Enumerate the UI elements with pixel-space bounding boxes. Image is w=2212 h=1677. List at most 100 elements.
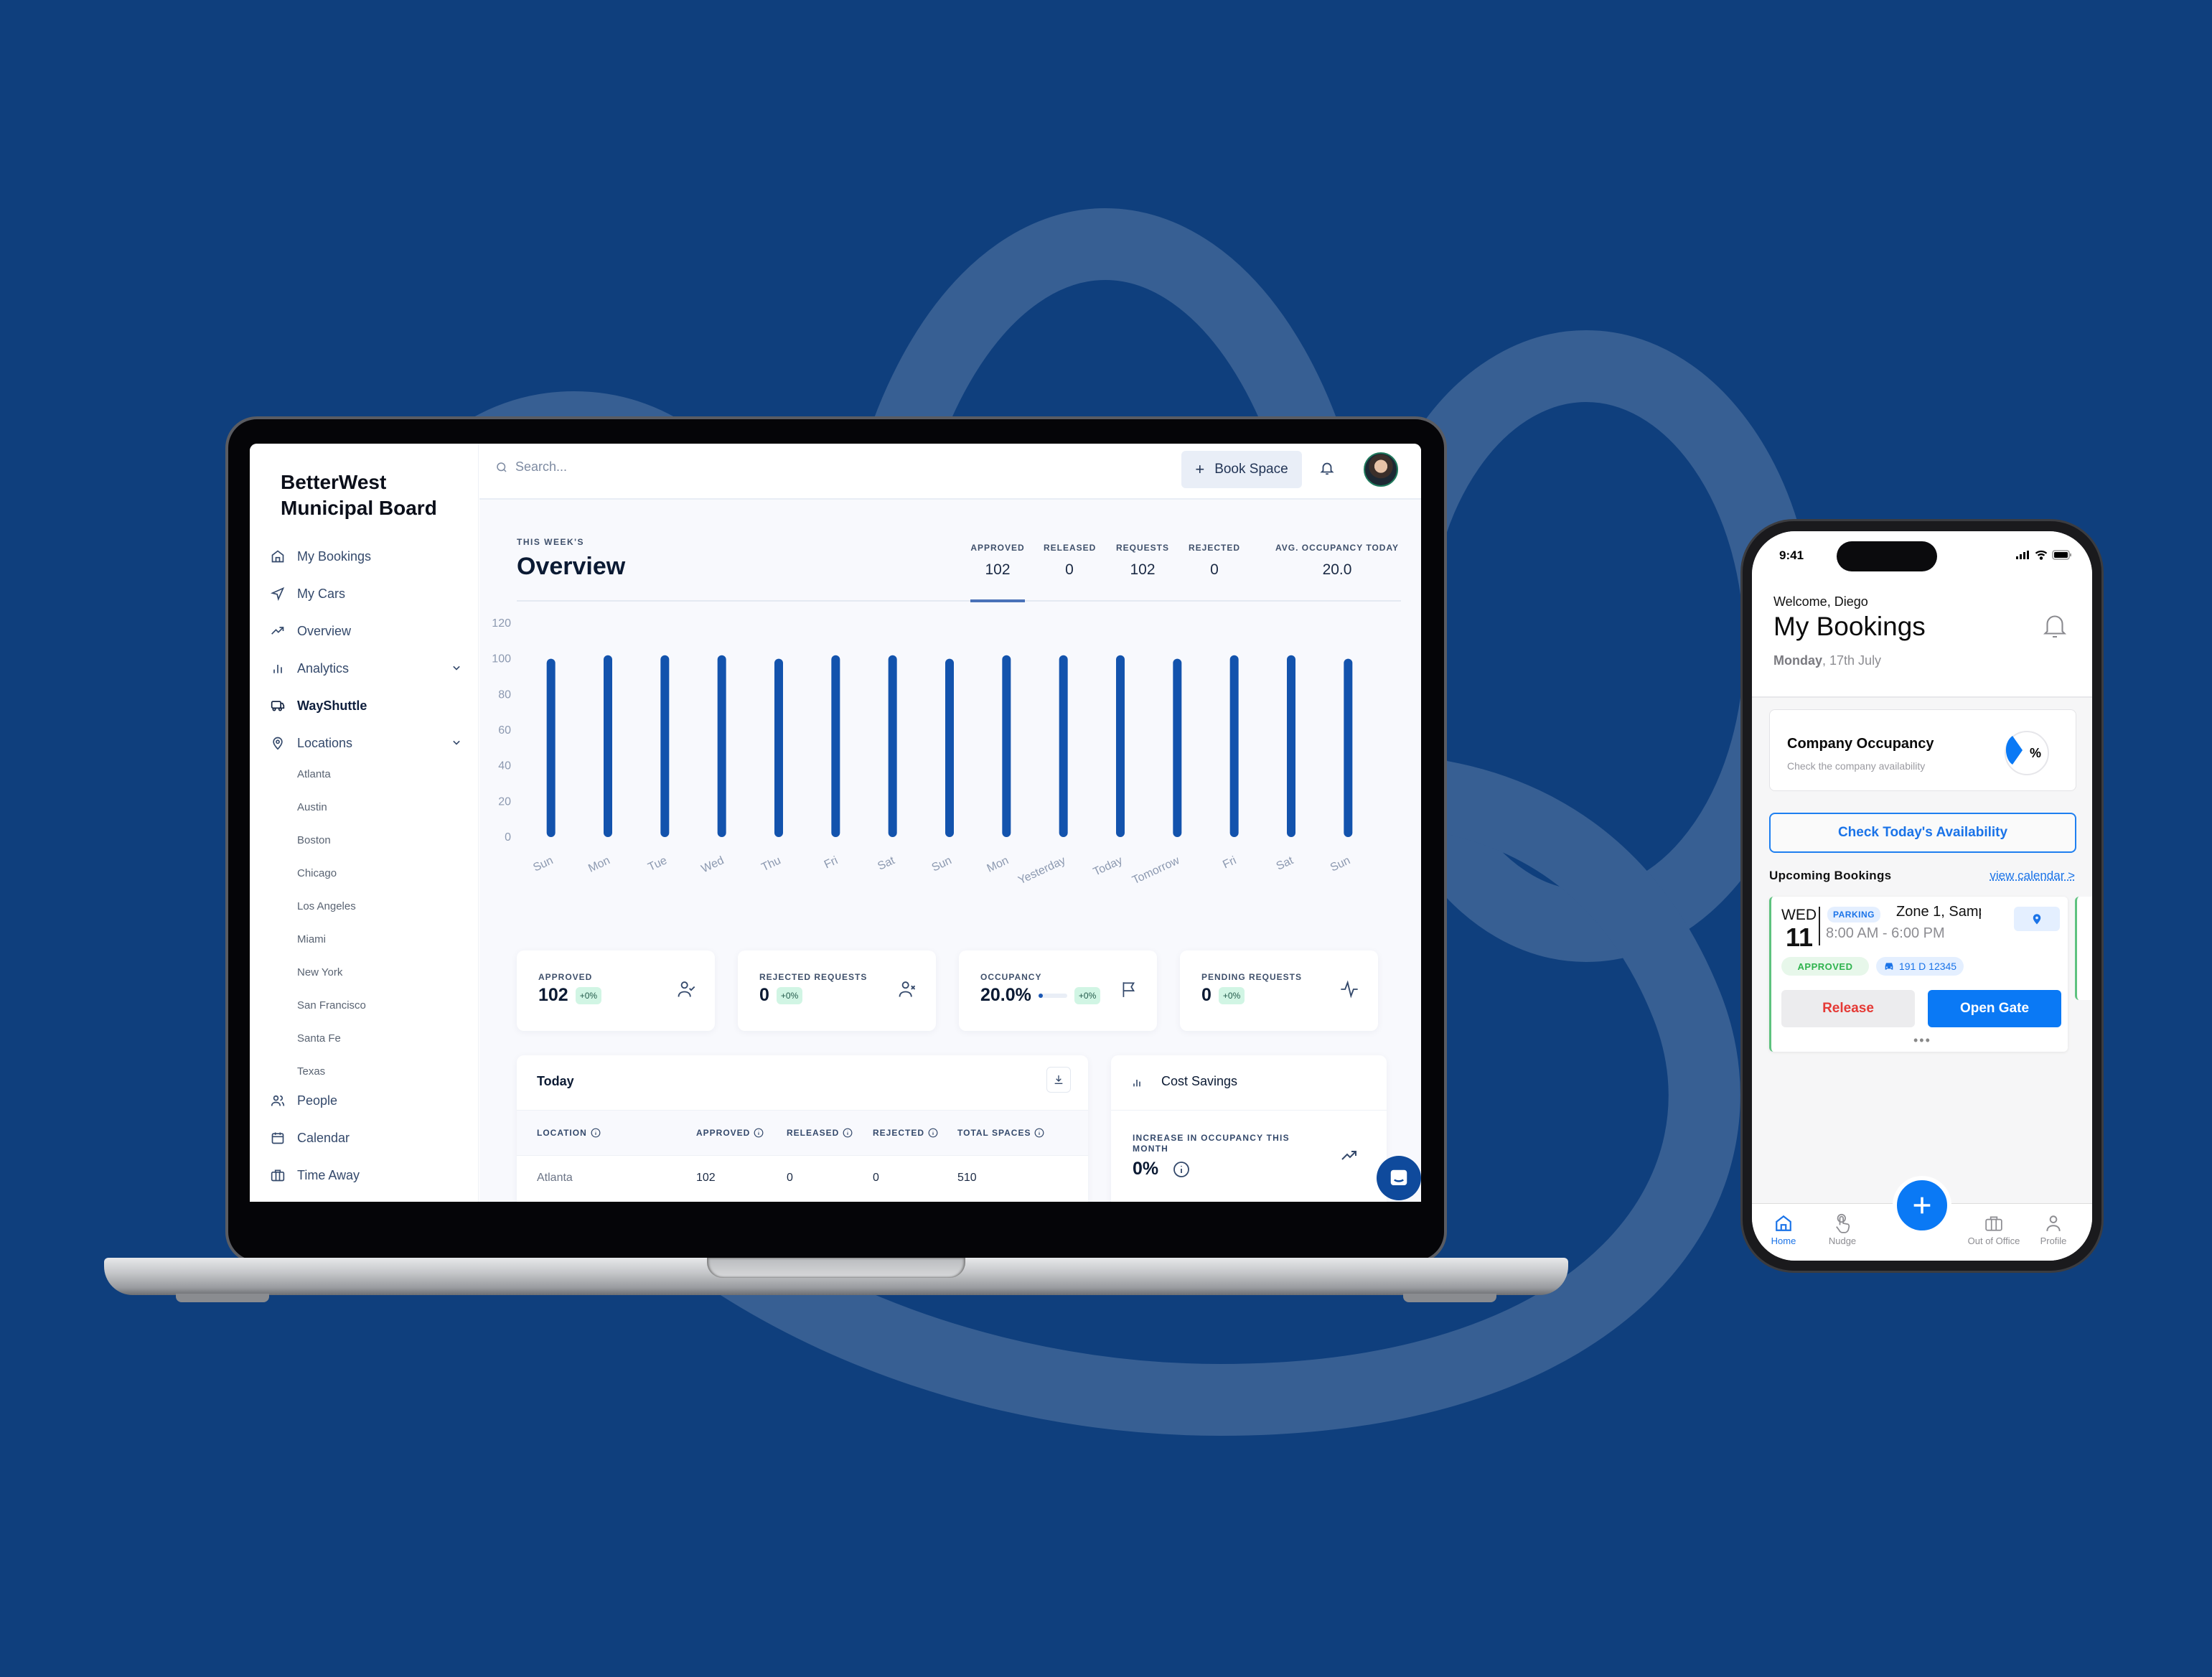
chart-bar[interactable] — [1002, 655, 1011, 837]
sidebar-item-my-bookings[interactable]: My Bookings — [270, 546, 464, 567]
release-button[interactable]: Release — [1781, 990, 1915, 1027]
info-icon[interactable] — [843, 1128, 853, 1138]
booking-type-tag: PARKING — [1827, 907, 1880, 922]
user-avatar[interactable] — [1364, 452, 1398, 487]
location-item-miami[interactable]: Miami — [297, 933, 326, 945]
briefcase-icon — [1985, 1216, 2002, 1231]
kpi-tab-avg-occupancy[interactable]: AVG. OCCUPANCY TODAY 20.0 — [1269, 543, 1405, 579]
chart-bar[interactable] — [774, 658, 783, 837]
x-tick-label: Sat — [876, 854, 896, 873]
stat-value: 20.0% — [980, 985, 1031, 1005]
info-icon[interactable] — [928, 1128, 938, 1138]
sidebar-item-overview[interactable]: Overview — [270, 620, 464, 642]
chart-bar[interactable] — [604, 655, 612, 837]
tab-profile[interactable]: Profile — [2028, 1211, 2079, 1246]
sidebar-item-my-cars[interactable]: My Cars — [270, 583, 464, 604]
chart-bar[interactable] — [1229, 655, 1239, 837]
sidebar-item-calendar[interactable]: Calendar — [270, 1127, 464, 1149]
chart-bar[interactable] — [1116, 655, 1125, 837]
chart-bar[interactable] — [945, 658, 954, 837]
sidebar-item-wayshuttle[interactable]: WayShuttle — [270, 695, 464, 716]
chart-bar[interactable] — [1173, 658, 1182, 837]
tab-nudge[interactable]: Nudge — [1814, 1211, 1871, 1246]
chart-bar[interactable] — [1287, 655, 1295, 837]
tab-home[interactable]: Home — [1755, 1211, 1812, 1246]
location-item-atlanta[interactable]: Atlanta — [297, 768, 331, 780]
stat-value: 102 — [538, 985, 568, 1005]
user-check-icon — [678, 981, 695, 997]
info-icon[interactable] — [591, 1128, 601, 1138]
info-icon[interactable] — [1173, 1161, 1190, 1178]
book-space-button[interactable]: + Book Space — [1181, 451, 1302, 488]
chart-bar[interactable] — [1059, 655, 1068, 837]
sidebar-item-time-away[interactable]: Time Away — [270, 1164, 464, 1186]
more-options-icon[interactable]: ••• — [1913, 1033, 1931, 1048]
location-item-austin[interactable]: Austin — [297, 801, 327, 813]
sidebar-item-locations[interactable]: Locations — [270, 732, 464, 754]
sidebar-item-label: Analytics — [297, 660, 350, 676]
location-item-new-york[interactable]: New York — [297, 966, 342, 978]
status-badge: APPROVED — [1781, 957, 1869, 976]
battery-icon — [2052, 550, 2071, 560]
column-header-released[interactable]: RELEASED — [787, 1128, 853, 1138]
tab-label: Nudge — [1828, 1235, 1857, 1246]
kpi-value: 102 — [985, 561, 1011, 578]
y-tick-label: 80 — [498, 688, 511, 701]
column-header-rejected[interactable]: REJECTED — [873, 1128, 938, 1138]
tab-out-of-office[interactable]: Out of Office — [1962, 1211, 2026, 1246]
download-icon — [1054, 1075, 1063, 1084]
kpi-tab-released[interactable]: RELEASED 0 — [1044, 543, 1095, 579]
next-booking-card-peek[interactable] — [2075, 897, 2092, 1000]
location-item-boston[interactable]: Boston — [297, 834, 331, 846]
trending-up-icon — [1341, 1151, 1356, 1160]
occupancy-card-title: Company Occupancy — [1787, 736, 1934, 752]
book-space-label: Book Space — [1214, 462, 1288, 477]
chart-bar[interactable] — [831, 655, 840, 837]
sidebar-item-analytics[interactable]: Analytics — [270, 658, 464, 679]
column-header-total-spaces[interactable]: TOTAL SPACES — [957, 1128, 1044, 1138]
chart-bar[interactable] — [546, 658, 556, 837]
chart-bar[interactable] — [660, 655, 670, 837]
location-item-san-francisco[interactable]: San Francisco — [297, 999, 366, 1012]
chart-bar[interactable] — [717, 655, 726, 837]
web-app-screen: BetterWest Municipal Board My Bookings M… — [250, 444, 1421, 1202]
bell-icon[interactable] — [2042, 612, 2068, 640]
info-icon[interactable] — [1034, 1128, 1044, 1138]
column-header-approved[interactable]: APPROVED — [696, 1128, 764, 1138]
x-tick-label: Yesterday — [1016, 854, 1067, 887]
stat-label: APPROVED — [538, 972, 593, 982]
column-header-location[interactable]: LOCATION — [537, 1128, 601, 1138]
occupancy-pie-icon: % — [2005, 731, 2049, 775]
kpi-tab-approved[interactable]: APPROVED 102 — [970, 543, 1025, 579]
kpi-tab-requests[interactable]: REQUESTS 102 — [1115, 543, 1170, 579]
location-item-los-angeles[interactable]: Los Angeles — [297, 900, 356, 912]
cost-savings-panel: Cost Savings INCREASE IN OCCUPANCY THIS … — [1111, 1055, 1387, 1202]
navigation-icon — [270, 586, 286, 602]
add-booking-button[interactable] — [1893, 1176, 1951, 1235]
chevron-down-icon[interactable] — [449, 735, 464, 749]
open-gate-button[interactable]: Open Gate — [1928, 990, 2061, 1027]
kpi-tab-rejected[interactable]: REJECTED 0 — [1187, 543, 1242, 579]
location-item-chicago[interactable]: Chicago — [297, 867, 337, 879]
stat-value: 0 — [759, 985, 769, 1005]
booking-card[interactable]: WED 11 PARKING Zone 1, SampleComp 8:00 A… — [1769, 897, 2068, 1052]
tab-label: Profile — [2040, 1235, 2067, 1246]
location-item-texas[interactable]: Texas — [297, 1065, 325, 1078]
search-input[interactable]: Search... — [495, 459, 567, 475]
chevron-down-icon[interactable] — [449, 660, 464, 675]
sidebar-item-nudge[interactable]: Nudge — [270, 1199, 464, 1202]
chart-bar[interactable] — [888, 655, 897, 837]
view-calendar-link[interactable]: view calendar > — [1990, 869, 2075, 883]
company-occupancy-card[interactable]: Company Occupancy Check the company avai… — [1769, 709, 2076, 791]
sidebar-item-people[interactable]: People — [270, 1090, 464, 1111]
check-availability-button[interactable]: Check Today's Availability — [1769, 813, 2076, 853]
location-pin-button[interactable] — [2014, 907, 2060, 931]
bell-icon[interactable] — [1319, 459, 1335, 477]
chat-support-button[interactable] — [1377, 1156, 1421, 1200]
chart-bar[interactable] — [1344, 658, 1353, 837]
location-item-santa-fe[interactable]: Santa Fe — [297, 1032, 341, 1045]
download-button[interactable] — [1046, 1067, 1071, 1093]
info-icon[interactable] — [754, 1128, 764, 1138]
sidebar-item-label: Time Away — [297, 1167, 360, 1182]
stat-card-pending-requests: PENDING REQUESTS 0 +0% — [1180, 950, 1378, 1031]
